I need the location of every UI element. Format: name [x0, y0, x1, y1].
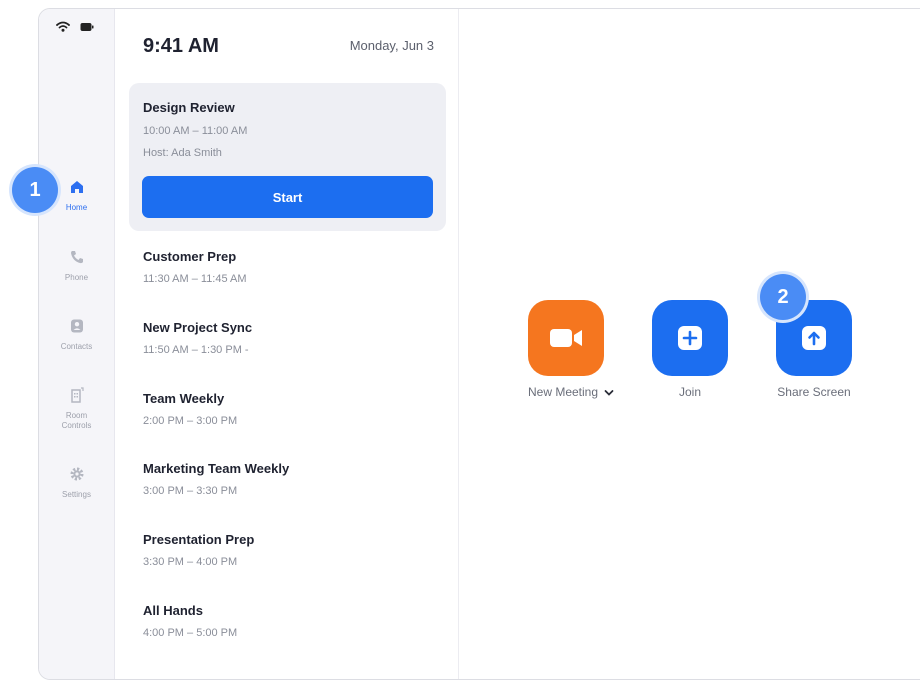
- gear-icon: [70, 467, 83, 481]
- meeting-title: New Project Sync: [143, 320, 253, 335]
- meeting-time: 10:00 AM – 11:00 AM: [143, 125, 248, 137]
- list-item[interactable]: Team Weekly 2:00 PM – 3:00 PM: [143, 391, 237, 427]
- start-button[interactable]: Start: [142, 176, 433, 218]
- sidebar-item-label: Settings: [62, 490, 91, 499]
- list-item[interactable]: All Hands 4:00 PM – 5:00 PM: [143, 603, 237, 639]
- meeting-list-panel: 9:41 AM Monday, Jun 3 Design Review 10:0…: [115, 9, 459, 679]
- meeting-time: 3:30 PM – 4:00 PM: [143, 556, 238, 568]
- meeting-time: 11:50 AM – 1:30 PM -: [143, 344, 249, 356]
- meeting-time: 11:30 AM – 11:45 AM: [143, 273, 247, 285]
- list-item[interactable]: New Project Sync 11:50 AM – 1:30 PM -: [143, 320, 252, 356]
- sidebar-item-label: Phone: [64, 273, 89, 282]
- sidebar: Home Phone Contacts Room Controls Settin…: [39, 9, 115, 679]
- meeting-title: Team Weekly: [143, 391, 225, 406]
- callout-badge-2: 2: [760, 274, 806, 320]
- sidebar-item-contacts[interactable]: Contacts: [39, 318, 114, 352]
- callout-badge-1: 1: [12, 167, 58, 213]
- clock: 9:41 AM: [143, 35, 219, 57]
- join-action[interactable]: Join: [652, 300, 728, 399]
- list-item[interactable]: Marketing Team Weekly 3:00 PM – 3:30 PM: [143, 461, 289, 497]
- meeting-title: All Hands: [143, 603, 203, 618]
- home-icon: [70, 181, 83, 193]
- sidebar-item-phone[interactable]: Phone: [39, 249, 114, 283]
- list-item[interactable]: Presentation Prep 3:30 PM – 4:00 PM: [143, 532, 254, 568]
- phone-icon: [70, 251, 83, 264]
- plus-icon: [678, 326, 702, 350]
- current-meeting-card[interactable]: Design Review 10:00 AM – 11:00 AM Host: …: [129, 83, 446, 231]
- chevron-down-icon[interactable]: [604, 389, 614, 397]
- meeting-title: Design Review: [143, 100, 235, 115]
- sidebar-item-room-controls[interactable]: Room Controls: [39, 387, 114, 431]
- date-label: Monday, Jun 3: [349, 38, 434, 53]
- meeting-title: Customer Prep: [143, 249, 237, 264]
- new-meeting-label[interactable]: New Meeting: [528, 385, 614, 399]
- share-screen-label: Share Screen: [777, 385, 851, 399]
- wifi-icon: [56, 21, 70, 32]
- join-label: Join: [678, 385, 701, 399]
- video-camera-icon: [550, 329, 582, 347]
- sidebar-item-settings[interactable]: Settings: [39, 466, 114, 500]
- new-meeting-text: New Meeting: [528, 385, 599, 399]
- sidebar-item-label: Contacts: [60, 342, 93, 351]
- battery-icon: [80, 22, 94, 31]
- meeting-time: 3:00 PM – 3:30 PM: [143, 485, 238, 497]
- list-item[interactable]: Customer Prep 11:30 AM – 11:45 AM: [143, 249, 247, 285]
- meeting-time: 2:00 PM – 3:00 PM: [143, 415, 238, 427]
- new-meeting-button[interactable]: [528, 300, 604, 376]
- meeting-time: 4:00 PM – 5:00 PM: [143, 627, 238, 639]
- meeting-host: Host: Ada Smith: [143, 147, 222, 159]
- new-meeting-action[interactable]: New Meeting: [528, 300, 614, 399]
- app-window: Home Phone Contacts Room Controls Settin…: [38, 8, 920, 680]
- contacts-icon: [70, 319, 83, 333]
- meeting-title: Marketing Team Weekly: [143, 461, 290, 476]
- sidebar-item-label: Room Controls: [61, 411, 92, 430]
- upload-arrow-icon: [802, 326, 826, 350]
- status-bar: [56, 21, 94, 32]
- join-button[interactable]: [652, 300, 728, 376]
- room-controls-icon: [70, 387, 84, 403]
- meeting-title: Presentation Prep: [143, 532, 255, 547]
